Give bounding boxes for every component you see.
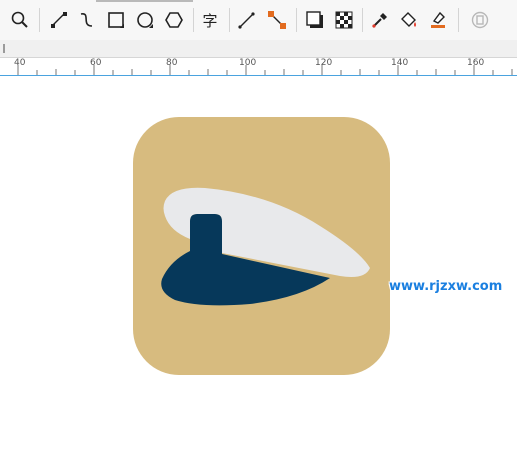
tab-indicator: [96, 0, 193, 2]
copy-properties-icon[interactable]: [469, 9, 491, 31]
transparency-icon[interactable]: [333, 9, 355, 31]
ruler-label: 140: [391, 58, 409, 68]
ellipse-icon[interactable]: [134, 9, 156, 31]
fill-icon[interactable]: [398, 9, 420, 31]
ruler-label: 100: [239, 58, 257, 68]
ruler-label: 160: [467, 58, 485, 68]
polygon-icon[interactable]: [163, 9, 185, 31]
connector-icon[interactable]: [236, 9, 258, 31]
ruler-label: 40: [14, 58, 26, 68]
property-bar-grip[interactable]: [3, 44, 5, 53]
property-bar: [0, 40, 517, 58]
drop-shadow-icon[interactable]: [304, 9, 326, 31]
toolbar-separator: [39, 8, 40, 32]
ruler-label: 120: [315, 58, 333, 68]
horizontal-ruler[interactable]: 40 60 80 100 120 140 160: [0, 58, 517, 76]
artwork: [133, 117, 390, 375]
rectangle-icon[interactable]: [105, 9, 127, 31]
ruler-ticks: [17, 65, 513, 75]
toolbox: 字: [0, 0, 517, 41]
eyedropper-icon[interactable]: [369, 9, 391, 31]
ruler-label: 60: [90, 58, 102, 68]
smart-fill-icon[interactable]: [427, 9, 449, 31]
freehand-icon[interactable]: [48, 9, 70, 31]
toolbar-separator: [229, 8, 230, 32]
zoom-icon[interactable]: [9, 9, 31, 31]
bezier-icon[interactable]: [76, 9, 98, 31]
toolbar-separator: [458, 8, 459, 32]
toolbar-separator: [193, 8, 194, 32]
toolbar-separator: [296, 8, 297, 32]
dimension-icon[interactable]: [266, 9, 288, 31]
toolbar-separator: [362, 8, 363, 32]
ruler-label: 80: [166, 58, 178, 68]
drawing-canvas[interactable]: www.rjzxw.com: [0, 76, 517, 451]
text-icon[interactable]: 字: [199, 9, 221, 31]
watermark-text: www.rjzxw.com: [389, 279, 503, 294]
